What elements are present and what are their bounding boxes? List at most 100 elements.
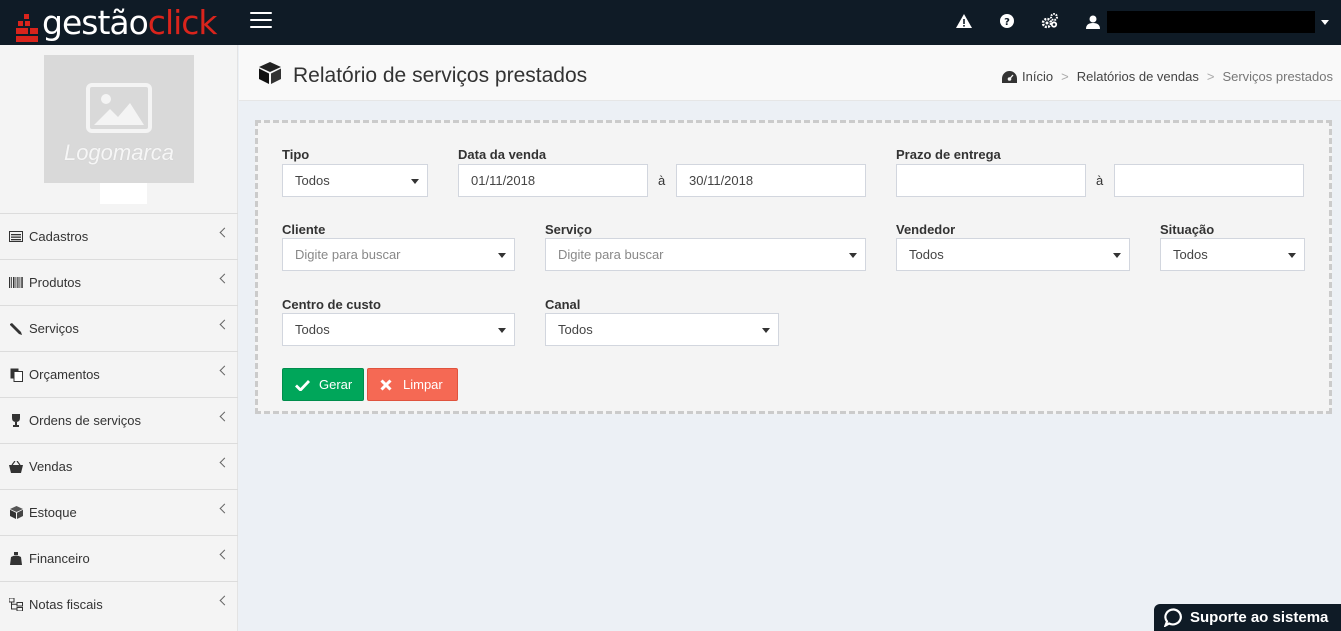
sidebar-menu: Cadastros Produtos Serviços Orçamentos O…: [0, 213, 238, 627]
generate-button[interactable]: Gerar: [282, 368, 364, 401]
sidebar-item-notas-fiscais[interactable]: Notas fiscais: [0, 581, 238, 627]
sidebar-item-label: Estoque: [29, 505, 77, 520]
basket-icon: [9, 460, 23, 474]
vendedor-select[interactable]: Todos: [896, 238, 1130, 271]
sidebar-item-cadastros[interactable]: Cadastros: [0, 213, 238, 259]
situacao-label: Situação: [1160, 222, 1215, 237]
centro-custo-label: Centro de custo: [282, 297, 381, 312]
sidebar-item-label: Financeiro: [29, 551, 90, 566]
logo-caption-box: [100, 183, 147, 204]
chevron-left-icon: [219, 411, 230, 422]
canal-value: Todos: [558, 322, 593, 337]
chevron-left-icon: [219, 365, 230, 376]
servico-placeholder: Digite para buscar: [558, 247, 664, 262]
page-title: Relatório de serviços prestados: [293, 64, 588, 87]
close-icon: [380, 378, 392, 391]
sidebar-item-label: Ordens de serviços: [29, 413, 141, 428]
chevron-left-icon: [219, 273, 230, 284]
cliente-search-select[interactable]: Digite para buscar: [282, 238, 515, 271]
check-icon: [295, 379, 310, 391]
chevron-left-icon: [219, 549, 230, 560]
trophy-icon: [9, 413, 23, 428]
sidebar-item-estoque[interactable]: Estoque: [0, 489, 238, 535]
brand-name: gestãoclick: [42, 3, 218, 42]
data-venda-to-input[interactable]: 30/11/2018: [676, 164, 866, 197]
chevron-down-icon: [762, 328, 770, 333]
data-venda-to-value: 30/11/2018: [689, 173, 754, 188]
data-venda-from-input[interactable]: 01/11/2018: [458, 164, 648, 197]
sidebar: Logomarca Cadastros Produtos Serviços Or…: [0, 45, 238, 631]
chevron-left-icon: [219, 227, 230, 238]
centro-custo-value: Todos: [295, 322, 330, 337]
data-venda-from-value: 01/11/2018: [471, 173, 536, 188]
sidebar-item-label: Cadastros: [29, 229, 89, 244]
situacao-value: Todos: [1173, 247, 1208, 262]
sidebar-item-label: Vendas: [29, 459, 73, 474]
prazo-entrega-between: à: [1096, 173, 1104, 188]
data-venda-label: Data da venda: [458, 147, 547, 162]
chevron-left-icon: [219, 319, 230, 330]
sidebar-item-orcamentos[interactable]: Orçamentos: [0, 351, 238, 397]
chevron-left-icon: [219, 457, 230, 468]
sidebar-item-ordens-servicos[interactable]: Ordens de serviços: [0, 397, 238, 443]
cliente-label: Cliente: [282, 222, 326, 237]
chat-bubble-icon: [1164, 608, 1184, 627]
copy-docs-icon: [9, 368, 23, 382]
vendedor-label: Vendedor: [896, 222, 956, 237]
canal-label: Canal: [545, 297, 581, 312]
chevron-down-icon: [1288, 253, 1296, 258]
barcode-icon: [9, 276, 23, 290]
support-label: Suporte ao sistema: [1190, 609, 1329, 626]
sidebar-item-produtos[interactable]: Produtos: [0, 259, 238, 305]
clear-button[interactable]: Limpar: [367, 368, 458, 401]
brand-mark-icon: [16, 13, 38, 42]
chevron-left-icon: [219, 595, 230, 606]
situacao-select[interactable]: Todos: [1160, 238, 1305, 271]
money-bag-icon: [9, 551, 23, 566]
canal-select[interactable]: Todos: [545, 313, 779, 346]
settings-icon[interactable]: [1041, 12, 1059, 30]
warning-icon[interactable]: [955, 12, 973, 30]
breadcrumb-section-link[interactable]: Relatórios de vendas: [1077, 69, 1199, 84]
sidebar-item-label: Orçamentos: [29, 367, 100, 382]
top-navbar: gestãoclick ?: [0, 0, 1341, 45]
prazo-entrega-from-input[interactable]: [896, 164, 1086, 197]
dashboard-icon: [1002, 70, 1018, 83]
menu-toggle-icon[interactable]: [250, 12, 272, 30]
chevron-down-icon: [1113, 253, 1121, 258]
user-menu[interactable]: [1085, 9, 1329, 35]
servico-label: Serviço: [545, 222, 592, 237]
servico-search-select[interactable]: Digite para buscar: [545, 238, 866, 271]
generate-button-label: Gerar: [319, 377, 353, 392]
user-icon: [1086, 15, 1100, 29]
tipo-select[interactable]: Todos: [282, 164, 428, 197]
chevron-down-icon: [498, 328, 506, 333]
cube-icon: [258, 61, 282, 88]
chevron-down-icon: [411, 179, 419, 184]
cliente-placeholder: Digite para buscar: [295, 247, 401, 262]
centro-custo-select[interactable]: Todos: [282, 313, 515, 346]
sidebar-item-label: Produtos: [29, 275, 82, 290]
chevron-down-icon: [849, 253, 857, 258]
breadcrumb-current: Serviços prestados: [1222, 69, 1333, 84]
tools-icon: [9, 322, 23, 336]
prazo-entrega-label: Prazo de entrega: [896, 147, 1001, 162]
brand-logo[interactable]: gestãoclick: [0, 0, 238, 45]
sidebar-item-financeiro[interactable]: Financeiro: [0, 535, 238, 581]
support-chat-button[interactable]: Suporte ao sistema: [1154, 604, 1341, 631]
sidebar-item-servicos[interactable]: Serviços: [0, 305, 238, 351]
data-venda-between: à: [658, 173, 666, 188]
sidebar-item-label: Serviços: [29, 321, 79, 336]
sidebar-item-label: Notas fiscais: [29, 597, 103, 612]
content-header: Relatório de serviços prestados Início >…: [239, 45, 1341, 101]
sidebar-item-vendas[interactable]: Vendas: [0, 443, 238, 489]
breadcrumb-home-link[interactable]: Início: [1022, 69, 1053, 84]
vendedor-value: Todos: [909, 247, 944, 262]
tipo-label: Tipo: [282, 147, 310, 162]
clear-button-label: Limpar: [403, 377, 443, 392]
user-name-redacted: [1107, 11, 1315, 33]
sitemap-icon: [9, 598, 23, 612]
company-logo-placeholder: Logomarca: [44, 55, 194, 183]
help-icon[interactable]: ?: [998, 12, 1016, 30]
prazo-entrega-to-input[interactable]: [1114, 164, 1304, 197]
